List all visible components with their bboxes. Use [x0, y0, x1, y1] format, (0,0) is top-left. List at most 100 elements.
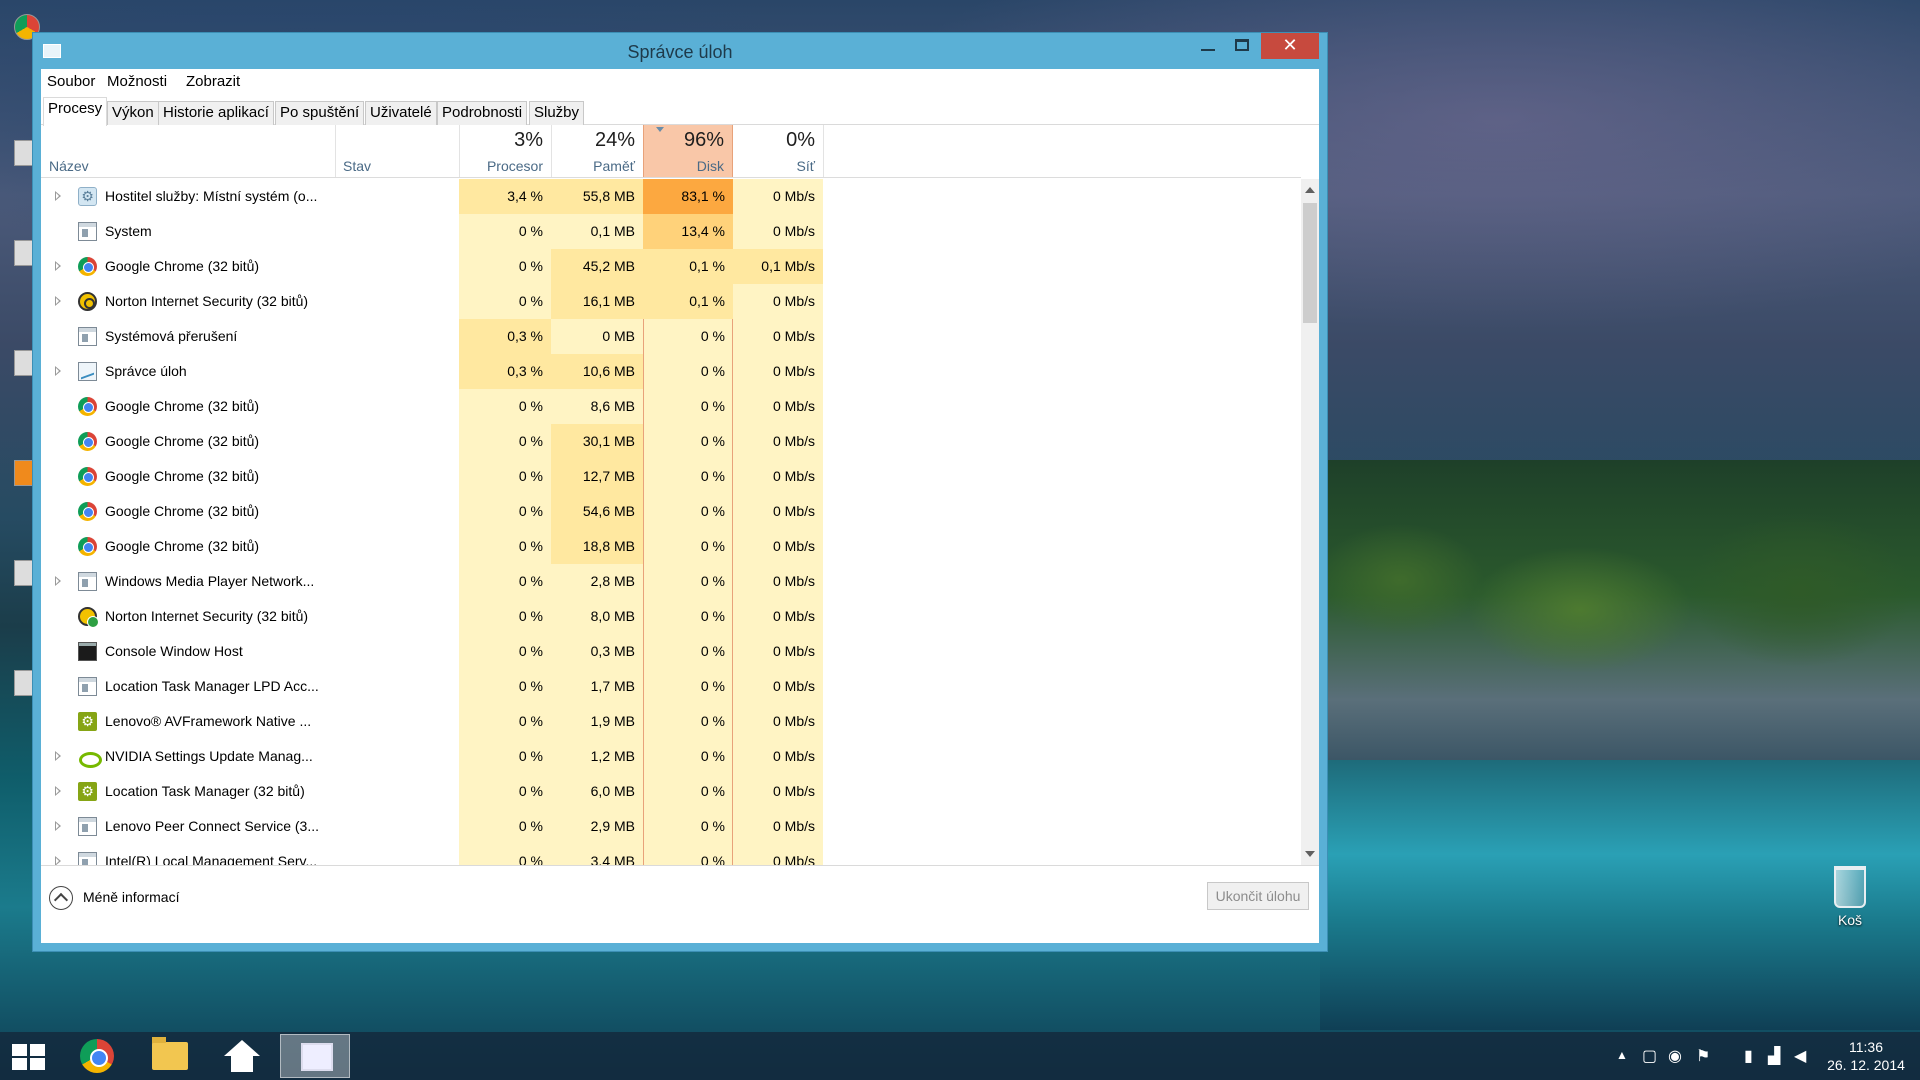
process-disk: 0 %	[700, 573, 725, 589]
process-network: 0 Mb/s	[772, 538, 815, 554]
expand-arrow-icon[interactable]	[55, 191, 61, 201]
sort-descending-icon	[656, 127, 664, 132]
header-cpu[interactable]: 3% Procesor	[459, 125, 551, 177]
process-memory: 16,1 MB	[551, 284, 643, 319]
process-network: 0 Mb/s	[772, 363, 815, 379]
expand-arrow-icon[interactable]	[55, 296, 61, 306]
header-disk[interactable]: 96% Disk	[643, 125, 733, 177]
scroll-up-icon[interactable]	[1305, 187, 1315, 193]
process-row[interactable]: Správce úloh 0,3 % 10,6 MB 0 % 0 Mb/s	[41, 354, 1301, 389]
process-network: 0 Mb/s	[772, 678, 815, 694]
norton-tray-icon[interactable]: ◉	[1668, 1046, 1682, 1066]
process-name: Location Task Manager (32 bitů)	[105, 783, 305, 799]
header-separator[interactable]	[823, 125, 824, 177]
chrome-icon	[78, 397, 97, 416]
process-row[interactable]: Lenovo Peer Connect Service (3... 0 % 2,9 …	[41, 809, 1301, 844]
close-icon: ✕	[1282, 35, 1298, 55]
process-row[interactable]: Intel(R) Local Management Serv... 0 % 3,4 …	[41, 844, 1301, 865]
process-row[interactable]: ⚙ Location Task Manager (32 bitů) 0 % 6,0 M…	[41, 774, 1301, 809]
network-signal-icon[interactable]: ▟	[1768, 1046, 1780, 1066]
vertical-scrollbar[interactable]	[1301, 179, 1319, 865]
process-row[interactable]: Google Chrome (32 bitů) 0 % 12,7 MB 0 % 0 Mb…	[41, 459, 1301, 494]
process-row[interactable]: Google Chrome (32 bitů) 0 % 54,6 MB 0 % 0 Mb…	[41, 494, 1301, 529]
expand-arrow-icon[interactable]	[55, 261, 61, 271]
clock[interactable]: 11:36 26. 12. 2014	[1818, 1038, 1914, 1074]
header-network[interactable]: 0% Síť	[733, 125, 823, 177]
menu-file[interactable]: Soubor	[47, 73, 95, 90]
expand-arrow-icon[interactable]	[55, 856, 61, 865]
process-row[interactable]: ⚙ Lenovo® AVFramework Native ... 0 % 1,9 MB…	[41, 704, 1301, 739]
menu-options[interactable]: Možnosti	[107, 73, 167, 90]
menu-view[interactable]: Zobrazit	[186, 73, 240, 90]
process-row[interactable]: NVIDIA Settings Update Manag... 0 % 1,2 MB…	[41, 739, 1301, 774]
end-task-button[interactable]: Ukončit úlohu	[1207, 882, 1309, 910]
window-client: Soubor Možnosti Zobrazit Procesy Výkon H…	[41, 69, 1319, 943]
header-name[interactable]: Název	[41, 125, 335, 177]
tab-app-history[interactable]: Historie aplikací	[158, 101, 274, 125]
process-disk: 0 %	[700, 433, 725, 449]
process-memory: 8,6 MB	[590, 398, 635, 414]
process-row[interactable]: Console Window Host 0 % 0,3 MB 0 % 0 Mb/s	[41, 634, 1301, 669]
process-cpu: 0 %	[518, 818, 543, 834]
tab-performance[interactable]: Výkon	[107, 101, 159, 125]
process-row[interactable]: Google Chrome (32 bitů) 0 % 18,8 MB 0 % 0 Mb…	[41, 529, 1301, 564]
process-disk: 0 %	[700, 363, 725, 379]
process-row[interactable]: Google Chrome (32 bitů) 0 % 30,1 MB 0 % 0 Mb…	[41, 424, 1301, 459]
process-memory: 6,0 MB	[590, 783, 635, 799]
header-memory[interactable]: 24% Paměť	[551, 125, 643, 177]
expand-arrow-icon[interactable]	[55, 786, 61, 796]
scroll-down-icon[interactable]	[1305, 851, 1315, 857]
header-status[interactable]: Stav	[335, 125, 459, 177]
process-memory: 12,7 MB	[551, 459, 643, 494]
taskbar-chrome-button[interactable]	[62, 1034, 132, 1078]
process-cpu: 0 %	[518, 783, 543, 799]
battery-icon[interactable]: ▮	[1744, 1046, 1753, 1066]
flag-icon[interactable]: ⚑	[1696, 1046, 1710, 1066]
process-row[interactable]: Norton Internet Security (32 bitů) 0 % 8,0…	[41, 599, 1301, 634]
close-button[interactable]: ✕	[1261, 33, 1319, 59]
scrollbar-thumb[interactable]	[1303, 203, 1317, 323]
window-icon	[78, 852, 97, 865]
process-name: Google Chrome (32 bitů)	[105, 538, 260, 554]
process-row[interactable]: Location Task Manager LPD Acc... 0 % 1,7 M…	[41, 669, 1301, 704]
header-network-label: Síť	[796, 158, 815, 174]
expand-arrow-icon[interactable]	[55, 576, 61, 586]
process-row[interactable]: System 0 % 0,1 MB 13,4 % 0 Mb/s	[41, 214, 1301, 249]
process-row[interactable]: Systémová přerušení 0,3 % 0 MB 0 % 0 Mb/s	[41, 319, 1301, 354]
process-disk: 0 %	[700, 713, 725, 729]
expand-arrow-icon[interactable]	[55, 366, 61, 376]
minimize-button[interactable]	[1191, 33, 1225, 59]
process-row[interactable]: ⚙ Hostitel služby: Místní systém (o... 3,4…	[41, 179, 1301, 214]
taskbar-explorer-button[interactable]	[134, 1034, 204, 1078]
show-hidden-icons-icon[interactable]: ▲	[1616, 1048, 1628, 1062]
maximize-button[interactable]	[1225, 33, 1259, 59]
start-button[interactable]	[12, 1044, 46, 1070]
tab-startup[interactable]: Po spuštění	[275, 101, 365, 125]
process-disk: 0 %	[700, 643, 725, 659]
process-memory: 55,8 MB	[551, 179, 643, 214]
taskbar-home-button[interactable]	[206, 1034, 276, 1078]
expand-arrow-icon[interactable]	[55, 821, 61, 831]
process-name: System	[105, 223, 152, 239]
process-row[interactable]: Google Chrome (32 bitů) 0 % 8,6 MB 0 % 0 Mb/…	[41, 389, 1301, 424]
process-name: Google Chrome (32 bitů)	[105, 433, 260, 449]
tab-details[interactable]: Podrobnosti	[437, 101, 528, 125]
taskbar-task-manager-button[interactable]	[280, 1034, 350, 1078]
process-memory: 1,9 MB	[590, 713, 635, 729]
tab-processes[interactable]: Procesy	[43, 97, 108, 126]
title-bar[interactable]: Správce úloh ✕	[33, 33, 1327, 69]
process-row[interactable]: Google Chrome (32 bitů) 0 % 45,2 MB 0,1 % 0,…	[41, 249, 1301, 284]
process-row[interactable]: Norton Internet Security (32 bitů) 0 % 16,…	[41, 284, 1301, 319]
process-memory: 3,4 MB	[590, 853, 635, 865]
chevron-up-icon	[49, 886, 73, 910]
expand-arrow-icon[interactable]	[55, 751, 61, 761]
tab-users[interactable]: Uživatelé	[365, 101, 437, 125]
process-cpu: 0,3 %	[459, 354, 551, 389]
volume-icon[interactable]: ◀	[1794, 1046, 1806, 1066]
action-center-icon[interactable]: ▢	[1642, 1046, 1657, 1066]
process-disk: 0 %	[700, 783, 725, 799]
tab-services[interactable]: Služby	[529, 101, 585, 125]
process-row[interactable]: Windows Media Player Network... 0 % 2,8 MB…	[41, 564, 1301, 599]
desktop-recycle-bin[interactable]: Koš	[1820, 866, 1880, 928]
process-network: 0 Mb/s	[772, 503, 815, 519]
